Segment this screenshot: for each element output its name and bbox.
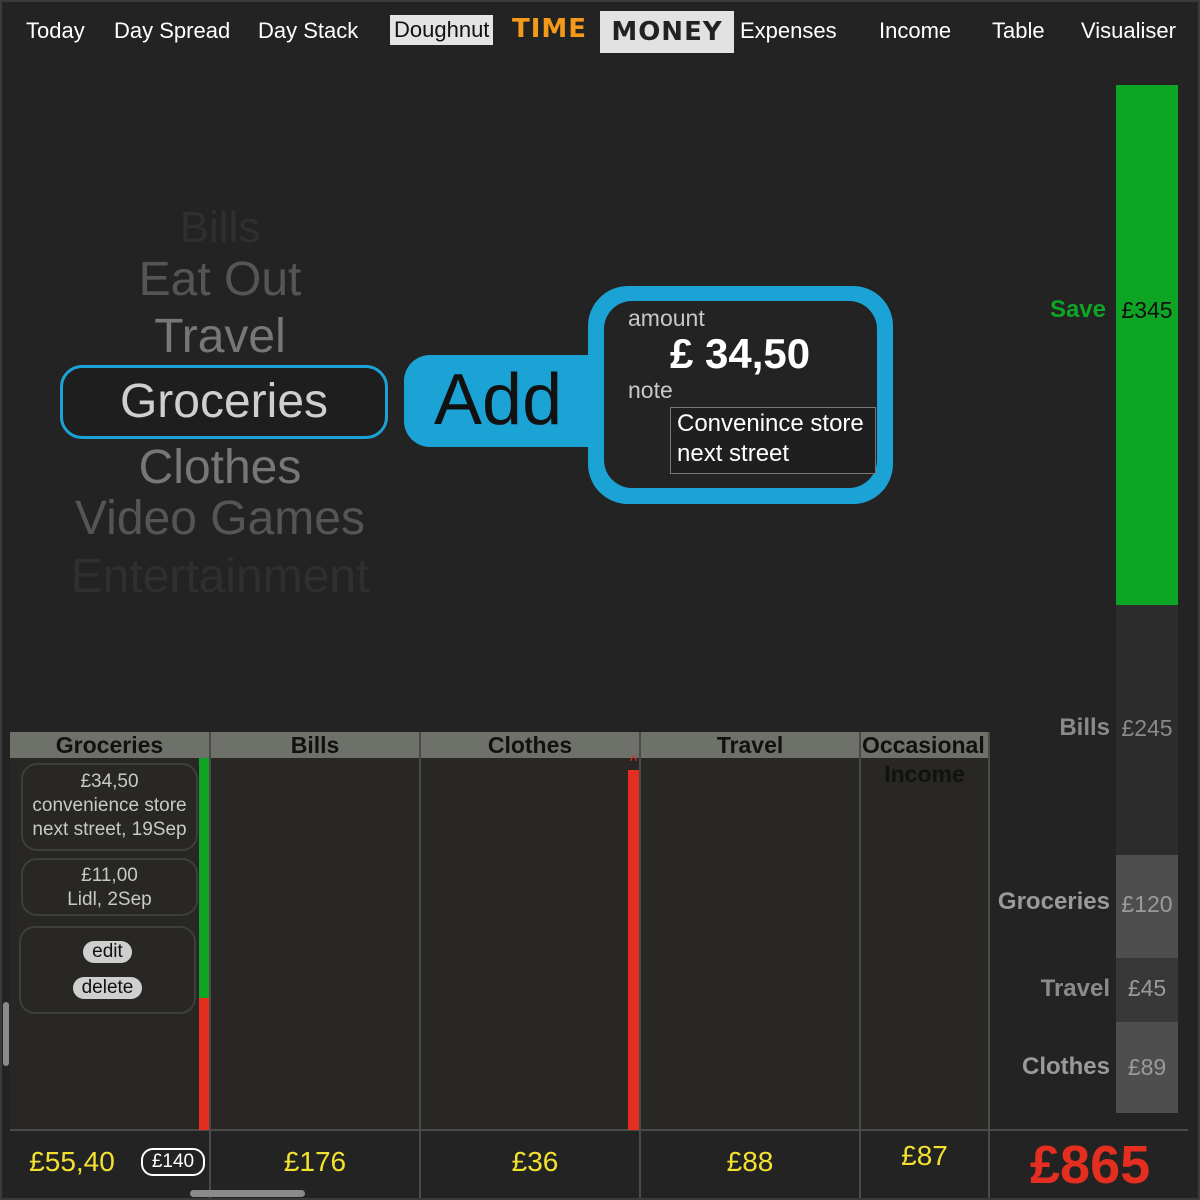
column-header-clothes[interactable]: Clothes [421, 732, 639, 758]
expense-actions-card: edit delete [19, 926, 196, 1014]
note-field[interactable]: Convenince store next street [670, 407, 876, 474]
amount-field[interactable]: £ 34,50 [670, 330, 810, 378]
grand-total: £865 [1030, 1135, 1151, 1195]
nav-expenses[interactable]: Expenses [740, 18, 837, 44]
expense-note: Lidl, 2Sep [67, 889, 152, 910]
column-header-groceries[interactable]: Groceries [10, 732, 209, 758]
expense-amount: £34,50 [80, 771, 139, 792]
picker-item-video-games[interactable]: Video Games [55, 491, 385, 546]
total-groceries: £55,40 [29, 1146, 115, 1177]
expense-note: next street, 19Sep [32, 819, 187, 840]
horizontal-scrollbar[interactable] [190, 1190, 305, 1197]
budget-label-save: Save [1049, 296, 1106, 323]
nav-visualiser[interactable]: Visualiser [1081, 18, 1176, 44]
nav-doughnut[interactable]: Doughnut [390, 15, 494, 45]
up-arrow-icon: ^ [629, 753, 638, 770]
picker-selected-groceries[interactable]: Groceries [60, 365, 388, 439]
nav-table[interactable]: Table [992, 18, 1045, 44]
clothes-overspend-bar [628, 770, 639, 1130]
budget-label-travel: Travel [1040, 975, 1110, 1002]
budget-value-travel: £45 [1127, 975, 1167, 1001]
expense-note: convenience store [32, 795, 187, 816]
edit-button[interactable]: edit [83, 941, 132, 963]
add-button[interactable]: Add [404, 355, 614, 447]
total-clothes: £36 [511, 1146, 559, 1177]
brand-money-tab[interactable]: MONEY [600, 11, 734, 53]
picker-item-travel[interactable]: Travel [55, 309, 385, 364]
delete-button[interactable]: delete [72, 977, 143, 999]
budget-value-save: £345 [1121, 297, 1173, 323]
column-header-travel[interactable]: Travel [641, 732, 859, 758]
expense-card[interactable]: £11,00 Lidl, 2Sep [21, 858, 198, 916]
expense-card[interactable]: £34,50 convenience store next street, 19… [21, 763, 198, 851]
budget-value-bills: £245 [1121, 715, 1173, 741]
note-label: note [628, 377, 673, 403]
groceries-budget-remaining-bar [199, 758, 209, 998]
picker-item-bills[interactable]: Bills [55, 203, 385, 253]
nav-today[interactable]: Today [26, 18, 85, 44]
total-travel: £88 [726, 1146, 774, 1177]
groceries-budget-spent-bar [199, 998, 209, 1130]
budget-value-clothes: £89 [1127, 1054, 1167, 1080]
column-header-income[interactable]: Income [861, 761, 988, 788]
budget-value-groceries: £120 [1121, 891, 1173, 917]
nav-day-stack[interactable]: Day Stack [258, 18, 358, 44]
totals-divider [10, 1129, 1188, 1131]
column-header-occasional[interactable]: Occasional [861, 732, 988, 758]
groceries-budget-badge[interactable]: £140 [141, 1148, 205, 1176]
total-bills: £176 [283, 1146, 347, 1177]
expense-amount: £11,00 [81, 865, 138, 886]
budget-label-bills: Bills [1059, 714, 1110, 741]
picker-item-clothes[interactable]: Clothes [55, 440, 385, 495]
vertical-scrollbar[interactable] [3, 1002, 9, 1066]
budget-label-groceries: Groceries [997, 888, 1110, 915]
budget-bar-save [1116, 85, 1178, 605]
picker-item-entertainment[interactable]: Entertainment [55, 549, 385, 604]
column-header-bills[interactable]: Bills [211, 732, 419, 758]
total-occasional: £87 [901, 1140, 948, 1171]
brand-time-tab[interactable]: TIME [512, 14, 587, 44]
budget-label-clothes: Clothes [1021, 1053, 1110, 1080]
nav-income[interactable]: Income [879, 18, 951, 44]
nav-day-spread[interactable]: Day Spread [114, 18, 230, 44]
picker-item-eat-out[interactable]: Eat Out [55, 252, 385, 307]
amount-label: amount [628, 305, 705, 331]
